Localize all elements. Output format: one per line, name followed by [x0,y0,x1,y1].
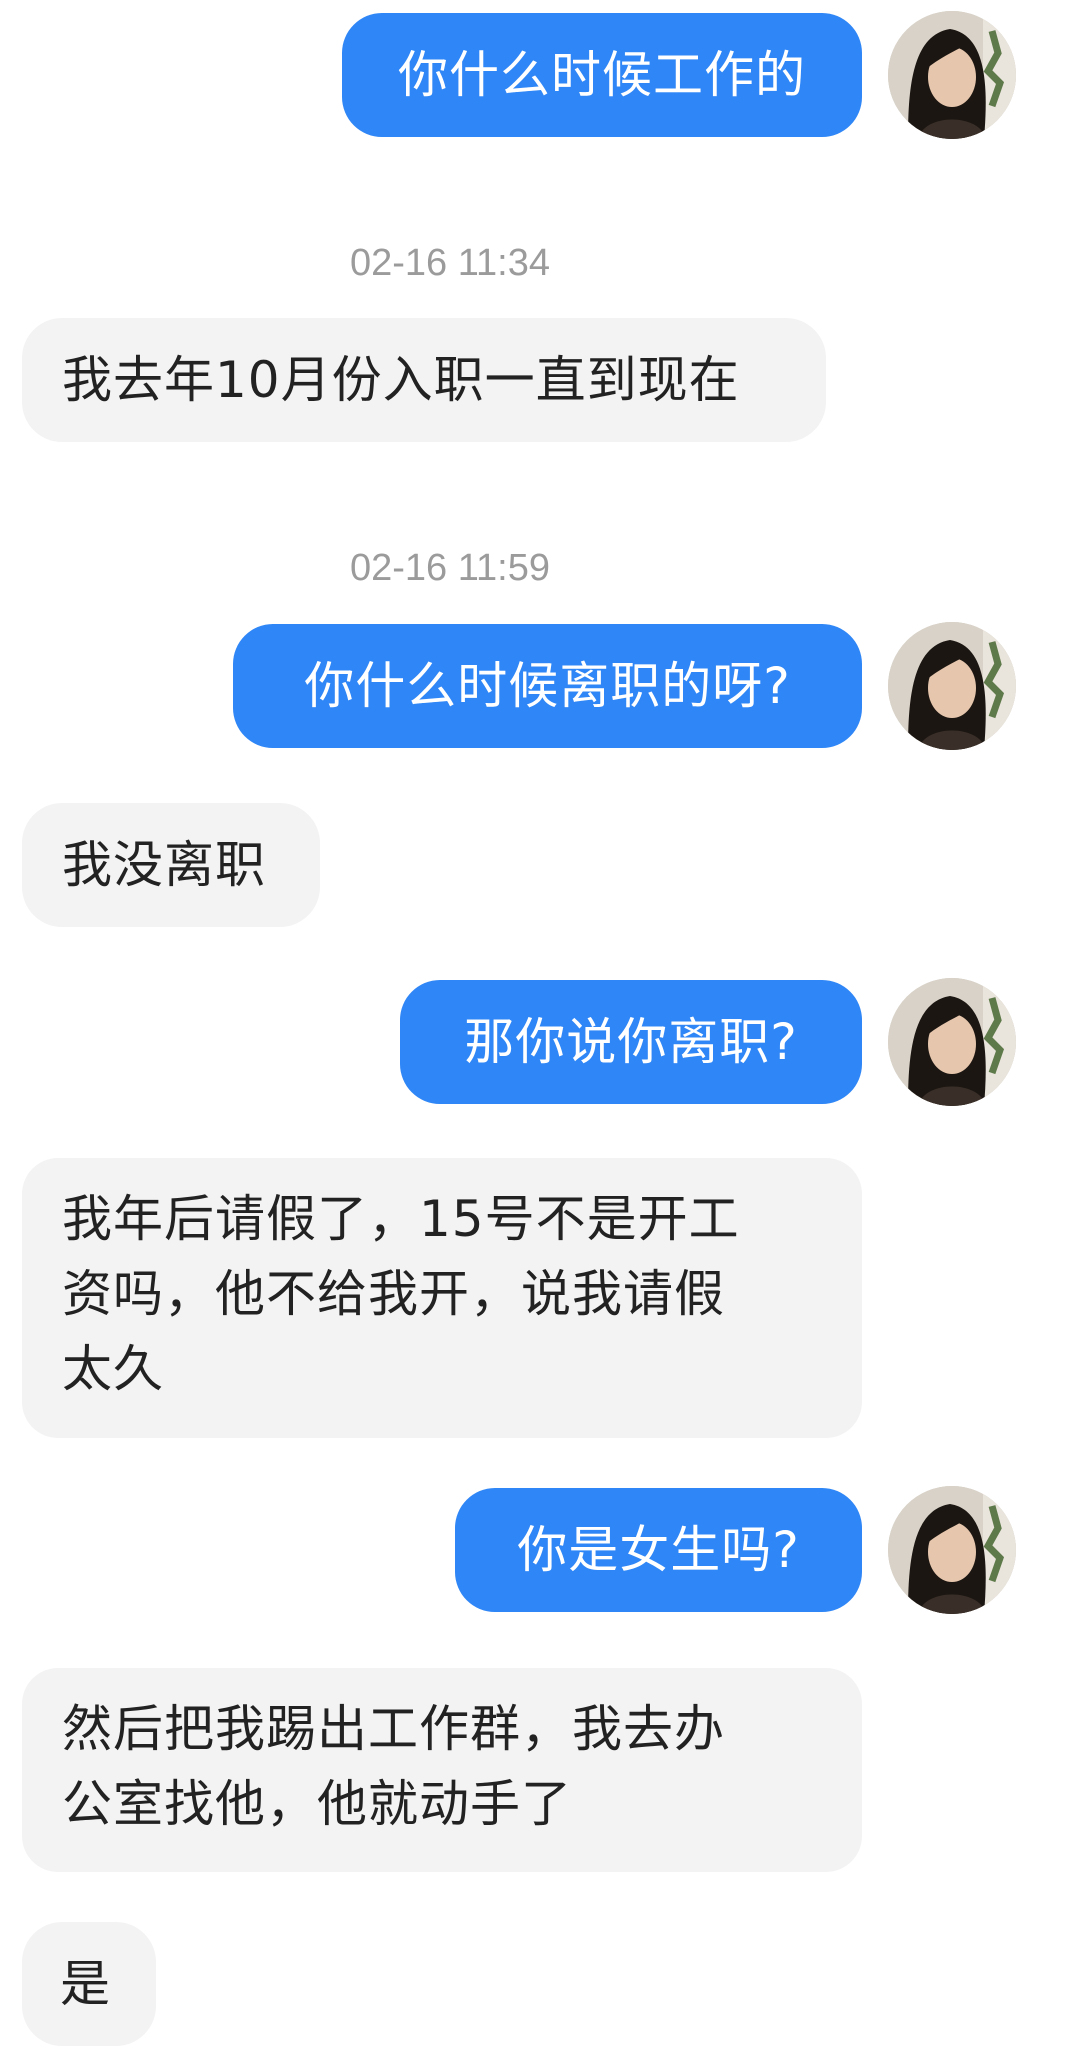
message-bubble[interactable]: 然后把我踢出工作群，我去办 公室找他，他就动手了 [22,1668,862,1872]
message-bubble[interactable]: 我去年10月份入职一直到现在 [22,318,826,442]
message-bubble[interactable]: 你什么时候工作的 [342,13,862,137]
message-bubble[interactable]: 是 [22,1922,156,2046]
timestamp: 02-16 11:59 [349,547,551,589]
message-bubble[interactable]: 你是女生吗? [455,1488,862,1612]
message-incoming: 我没离职 [22,803,320,927]
message-incoming: 我年后请假了，15号不是开工 资吗，他不给我开，说我请假 太久 [22,1158,862,1438]
user-avatar-icon[interactable] [888,978,1016,1106]
message-incoming: 我去年10月份入职一直到现在 [22,318,826,442]
message-outgoing: 你什么时候工作的 [342,13,862,137]
message-bubble[interactable]: 我年后请假了，15号不是开工 资吗，他不给我开，说我请假 太久 [22,1158,862,1438]
message-incoming: 然后把我踢出工作群，我去办 公室找他，他就动手了 [22,1668,862,1872]
message-outgoing: 你是女生吗? [455,1488,862,1612]
timestamp: 02-16 11:34 [349,242,551,284]
user-avatar-icon[interactable] [888,1486,1016,1614]
chat-conversation: 你什么时候工作的 02-16 11:34 我去年10月份入职一直到现在 02-1… [0,0,1080,2057]
message-outgoing: 那你说你离职? [400,980,862,1104]
message-outgoing: 你什么时候离职的呀? [233,624,862,748]
message-bubble[interactable]: 我没离职 [22,803,320,927]
user-avatar-icon[interactable] [888,11,1016,139]
message-incoming: 是 [22,1922,156,2046]
message-bubble[interactable]: 你什么时候离职的呀? [233,624,862,748]
message-bubble[interactable]: 那你说你离职? [400,980,862,1104]
user-avatar-icon[interactable] [888,622,1016,750]
